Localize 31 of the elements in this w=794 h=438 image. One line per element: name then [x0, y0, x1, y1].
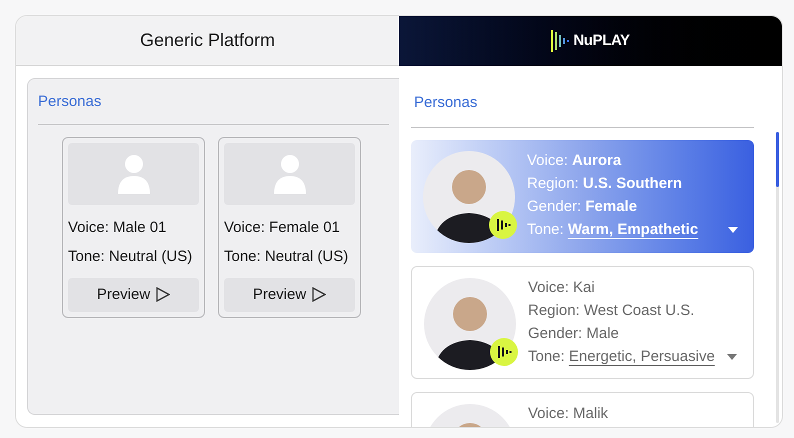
persona-card[interactable]: Voice: Malik — [411, 392, 754, 427]
tone-label: Tone: Neutral (US) — [224, 246, 350, 267]
section-title: Personas — [38, 91, 102, 124]
platform-title: Generic Platform — [140, 29, 276, 52]
persona-card[interactable]: Voice: Aurora Region: U.S. Southern Gender: Female Tone: Warm, Empathetic — [411, 140, 754, 253]
play-icon — [156, 287, 170, 302]
persona-card[interactable]: Voice: Kai Region: West Coast U.S. Gender: Male Tone: Energetic, Persuasive — [411, 266, 754, 379]
preview-button[interactable]: Preview — [68, 278, 199, 312]
persona-detail: Region: West Coast U.S. — [528, 301, 696, 321]
person-icon — [116, 154, 150, 194]
tone-dropdown[interactable]: Tone: Warm, Empathetic — [527, 220, 742, 240]
logo-text: NuPLAY — [573, 30, 630, 51]
persona-detail: Region: U.S. Southern — [527, 174, 684, 194]
caret-icon — [728, 227, 738, 233]
tone-label: Tone: Neutral (US) — [68, 246, 194, 267]
logo-icon — [551, 30, 572, 52]
persona-detail: Voice: Aurora — [527, 151, 622, 171]
person-icon — [272, 154, 306, 194]
persona-detail: Gender: Female — [527, 197, 638, 217]
persona-detail: Gender: Male — [528, 324, 620, 344]
sound-wave-icon — [490, 338, 518, 366]
section-title: Personas — [414, 94, 478, 111]
caret-icon — [727, 354, 737, 360]
persona-detail: Voice: Malik — [528, 404, 610, 424]
voice-label: Voice: Female 01 — [224, 218, 341, 238]
voice-label: Voice: Male 01 — [68, 218, 168, 238]
preview-button[interactable]: Preview — [224, 278, 355, 312]
play-icon — [312, 287, 326, 302]
sound-wave-icon — [489, 211, 517, 239]
tone-dropdown[interactable]: Tone: Energetic, Persuasive — [528, 347, 741, 367]
persona-detail: Voice: Kai — [528, 278, 596, 298]
